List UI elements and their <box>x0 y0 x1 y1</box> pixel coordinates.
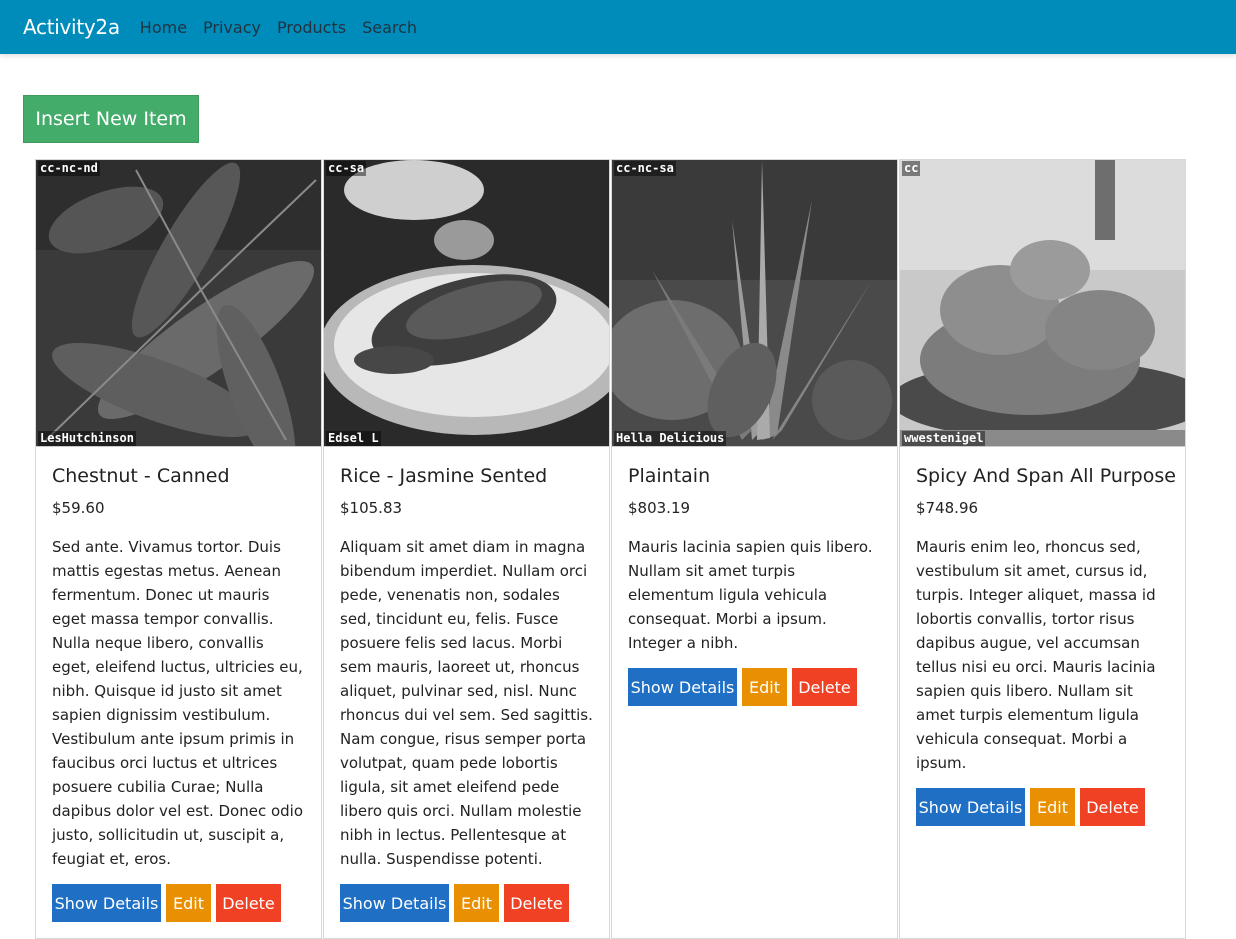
product-title: Spicy And Span All Purpose <box>916 465 1176 487</box>
product-title: Chestnut - Canned <box>52 465 230 487</box>
license-label: cc-sa <box>326 161 367 176</box>
product-card: cc-nc-nd LesHutchinson Chestnut - Canned… <box>35 159 322 939</box>
product-card: cc-sa Edsel L Rice - Jasmine Sented $105… <box>323 159 610 939</box>
product-description: Aliquam sit amet diam in magna bibendum … <box>340 538 593 868</box>
delete-button[interactable]: Delete <box>792 668 857 706</box>
product-price: $748.96 <box>916 499 979 517</box>
edit-button[interactable]: Edit <box>166 884 211 922</box>
photo-credit: wwestenigel <box>902 431 986 446</box>
edit-button[interactable]: Edit <box>742 668 787 706</box>
product-image: cc-nc-sa Hella Delicious <box>612 160 897 447</box>
product-description: Mauris enim leo, rhoncus sed, vestibulum… <box>916 538 1156 772</box>
delete-button[interactable]: Delete <box>504 884 569 922</box>
product-card: cc-nc-sa Hella Delicious Plaintain $803.… <box>611 159 898 939</box>
product-image: cc-nc-nd LesHutchinson <box>36 160 321 447</box>
insert-new-item-button[interactable]: Insert New Item <box>23 95 199 143</box>
leaf-image <box>36 160 321 446</box>
nav-home[interactable]: Home <box>140 18 187 37</box>
product-card-list: cc-nc-nd LesHutchinson Chestnut - Canned… <box>35 159 1187 939</box>
show-details-button[interactable]: Show Details <box>916 788 1025 826</box>
brand-link[interactable]: Activity2a <box>23 15 120 39</box>
nav-privacy[interactable]: Privacy <box>203 18 261 37</box>
fried-food-image <box>900 160 1185 446</box>
photo-credit: LesHutchinson <box>38 431 136 446</box>
product-card: cc wwestenigel Spicy And Span All Purpos… <box>899 159 1186 939</box>
license-label: cc-nc-sa <box>614 161 676 176</box>
delete-button[interactable]: Delete <box>216 884 281 922</box>
show-details-button[interactable]: Show Details <box>628 668 737 706</box>
product-title: Rice - Jasmine Sented <box>340 465 548 487</box>
plant-image <box>612 160 897 446</box>
photo-credit: Edsel L <box>326 431 381 446</box>
show-details-button[interactable]: Show Details <box>340 884 449 922</box>
nav-products[interactable]: Products <box>277 18 346 37</box>
show-details-button[interactable]: Show Details <box>52 884 161 922</box>
plated-meat-image <box>324 160 609 446</box>
product-price: $803.19 <box>628 499 691 517</box>
product-image: cc-sa Edsel L <box>324 160 609 447</box>
product-description: Mauris lacinia sapien quis libero. Nulla… <box>628 538 873 652</box>
edit-button[interactable]: Edit <box>1030 788 1075 826</box>
product-description: Sed ante. Vivamus tortor. Duis mattis eg… <box>52 538 304 868</box>
product-image: cc wwestenigel <box>900 160 1185 447</box>
product-title: Plaintain <box>628 465 711 487</box>
top-navbar: Activity2a Home Privacy Products Search <box>0 0 1236 54</box>
product-price: $59.60 <box>52 499 105 517</box>
license-label: cc-nc-nd <box>38 161 100 176</box>
photo-credit: Hella Delicious <box>614 431 727 446</box>
delete-button[interactable]: Delete <box>1080 788 1145 826</box>
edit-button[interactable]: Edit <box>454 884 499 922</box>
license-label: cc <box>902 161 921 176</box>
nav-search[interactable]: Search <box>362 18 417 37</box>
product-price: $105.83 <box>340 499 403 517</box>
